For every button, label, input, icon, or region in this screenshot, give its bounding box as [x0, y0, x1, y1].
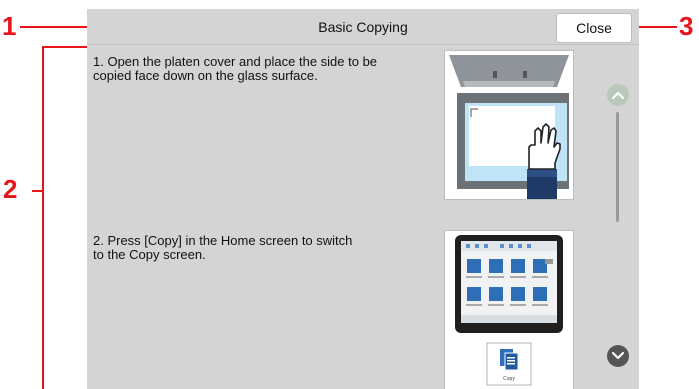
help-screen: Basic Copying Close 1. Open the platen c…: [87, 9, 639, 389]
title-bar: Basic Copying Close: [87, 9, 639, 45]
platen-glass-image: [445, 51, 573, 199]
callout-line-2-tick: [32, 190, 42, 192]
close-button[interactable]: Close: [556, 13, 632, 43]
copy-icon-label: Copy: [503, 376, 515, 382]
callout-line-2-bracket-vertical: [42, 46, 44, 389]
step-2-text: 2. Press [Copy] in the Home screen to sw…: [93, 233, 353, 262]
home-screen-image: Copy: [445, 231, 573, 389]
callout-number-3: 3: [679, 11, 694, 41]
home-screen-illustration: Copy: [444, 230, 574, 389]
help-content: 1. Open the platen cover and place the s…: [87, 46, 639, 389]
scrollbar[interactable]: [616, 112, 619, 222]
chevron-up-icon: [612, 91, 624, 99]
callout-number-1: 1: [2, 11, 17, 41]
step-1-text: 1. Open the platen cover and place the s…: [93, 54, 378, 83]
scroll-up-button[interactable]: [607, 84, 629, 106]
platen-illustration: [444, 50, 574, 200]
callout-number-2: 2: [3, 174, 18, 204]
callout-line-3: [633, 26, 677, 28]
scroll-down-button[interactable]: [607, 345, 629, 367]
chevron-down-icon: [612, 352, 624, 360]
